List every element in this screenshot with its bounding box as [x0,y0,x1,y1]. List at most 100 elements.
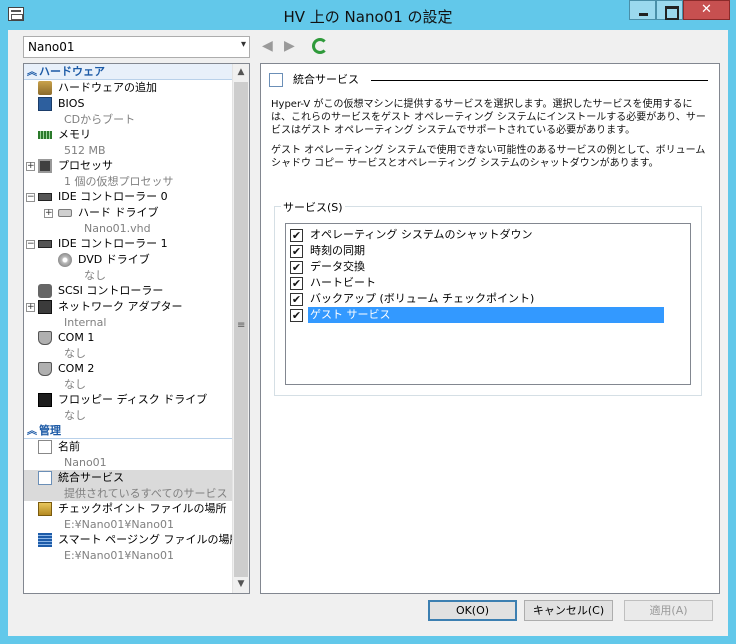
tree-item-floppy-drive[interactable]: フロッピー ディスク ドライブ [24,392,233,408]
tree-item-integration-services[interactable]: 統合サービス [24,470,233,486]
service-label: 時刻の同期 [310,244,365,257]
name-icon [38,440,52,454]
checkbox[interactable]: ✔ [290,229,303,242]
expand-icon[interactable]: + [26,303,35,312]
service-label: オペレーティング システムのシャットダウン [310,228,533,241]
apply-button[interactable]: 適用(A) [624,600,713,621]
tree-scrollbar[interactable]: ▲ ≡ ▼ [232,64,249,593]
smart-paging-icon [38,533,52,547]
tree-item-label: SCSI コントローラー [58,284,164,297]
service-item-guest-services[interactable]: ✔ ゲスト サービス [286,307,690,323]
tree-item-sub: なし [24,346,233,361]
tree-item-sub: 1 個の仮想プロセッサ [24,174,233,189]
checkbox[interactable]: ✔ [290,277,303,290]
tree-item-hard-drive[interactable]: + ハード ドライブ [24,205,233,221]
tree-item-label: メモリ [58,128,91,141]
scroll-down-icon[interactable]: ▼ [233,576,249,593]
tree-item-checkpoint-location[interactable]: チェックポイント ファイルの場所 [24,501,233,517]
panel-description: Hyper-V がこの仮想マシンに提供するサービスを選択します。選択したサービス… [271,99,706,136]
ok-button[interactable]: OK(O) [428,600,517,621]
tree-item-label: チェックポイント ファイルの場所 [58,502,227,515]
scsi-controller-icon [38,284,52,298]
tree-item-sub-label: Internal [64,316,107,329]
tree-item-label: ハード ドライブ [78,206,159,219]
service-item-time-sync[interactable]: ✔ 時刻の同期 [286,243,690,259]
cancel-button[interactable]: キャンセル(C) [524,600,613,621]
tree-item-sub-label: Nano01 [64,456,107,469]
checkpoint-folder-icon [38,502,52,516]
heading-divider [371,80,708,81]
service-label: バックアップ (ボリューム チェックポイント) [310,292,535,305]
checkbox[interactable]: ✔ [290,261,303,274]
tree-item-com1[interactable]: COM 1 [24,330,233,346]
settings-tree-content: ︽ ハードウェア ハードウェアの追加 BIOS CDからブート メモリ 512 M… [24,64,240,563]
tree-item-name[interactable]: 名前 [24,439,233,455]
scroll-up-icon[interactable]: ▲ [233,64,249,81]
tree-item-ide-controller-0[interactable]: − IDE コントローラー 0 [24,189,233,205]
tree-item-network-adapter[interactable]: + ネットワーク アダプター [24,299,233,315]
expand-icon[interactable]: + [26,162,35,171]
services-group: サービス(S) ✔ オペレーティング システムのシャットダウン ✔ 時刻の同期 ✔ デ… [274,199,702,396]
management-section-label: 管理 [39,424,61,437]
collapse-node-icon[interactable]: − [26,193,35,202]
com-port-icon [38,362,52,376]
vm-selector-dropdown[interactable]: Nano01 ▾ [23,36,250,58]
tree-item-sub: E:¥Nano01¥Nano01 [24,548,233,563]
service-item-data-exchange[interactable]: ✔ データ交換 [286,259,690,275]
title-bar[interactable]: HV 上の Nano01 の設定 ✕ [0,0,736,30]
tree-item-sub: Nano01.vhd [24,221,233,236]
collapse-icon: ︽ [27,426,37,437]
hardware-section-header[interactable]: ︽ ハードウェア [24,64,233,80]
settings-window: HV 上の Nano01 の設定 ✕ Nano01 ▾ ︽ ハードウェア ハードウ… [0,0,736,644]
tree-item-scsi-controller[interactable]: SCSI コントローラー [24,283,233,299]
service-item-heartbeat[interactable]: ✔ ハートビート [286,275,690,291]
tree-item-processor[interactable]: + プロセッサ [24,158,233,174]
settings-tree[interactable]: ︽ ハードウェア ハードウェアの追加 BIOS CDからブート メモリ 512 M… [23,63,250,594]
minimize-button[interactable] [629,0,656,20]
tree-item-sub: Nano01 [24,455,233,470]
tree-item-label: BIOS [58,97,85,110]
service-label: ゲスト サービス [308,307,664,323]
service-label: ハートビート [310,276,376,289]
refresh-icon[interactable] [312,38,328,54]
tree-item-bios[interactable]: BIOS [24,96,233,112]
tree-item-sub-label: E:¥Nano01¥Nano01 [64,518,174,531]
tree-item-com2[interactable]: COM 2 [24,361,233,377]
tree-item-ide-controller-1[interactable]: − IDE コントローラー 1 [24,236,233,252]
tree-item-sub: CDからブート [24,112,233,127]
service-item-backup[interactable]: ✔ バックアップ (ボリューム チェックポイント) [286,291,690,307]
back-arrow-icon[interactable]: ◀ [262,38,273,54]
expand-icon[interactable]: + [44,209,53,218]
management-section-header[interactable]: ︽ 管理 [24,423,233,439]
memory-icon [38,131,52,139]
network-adapter-icon [38,300,52,314]
collapse-node-icon[interactable]: − [26,240,35,249]
tree-item-smart-paging-location[interactable]: スマート ページング ファイルの場所 [24,532,240,548]
checkbox[interactable]: ✔ [290,245,303,258]
checkbox[interactable]: ✔ [290,293,303,306]
maximize-button[interactable] [656,0,683,20]
forward-arrow-icon[interactable]: ▶ [284,38,295,54]
service-item-shutdown[interactable]: ✔ オペレーティング システムのシャットダウン [286,227,690,243]
tree-item-dvd-drive[interactable]: DVD ドライブ [24,252,233,268]
checkbox[interactable]: ✔ [290,309,303,322]
panel-description-examples: ゲスト オペレーティング システムで使用できない可能性のあるサービスの例として、… [271,145,706,169]
services-group-label: サービス(S) [281,199,345,215]
integration-services-icon [269,73,283,87]
tree-item-sub-label: 1 個の仮想プロセッサ [64,175,174,188]
tree-item-label: IDE コントローラー 1 [58,237,168,250]
services-list[interactable]: ✔ オペレーティング システムのシャットダウン ✔ 時刻の同期 ✔ データ交換 ✔ ハー… [285,223,691,385]
window-title: HV 上の Nano01 の設定 [283,8,453,26]
tree-item-add-hardware[interactable]: ハードウェアの追加 [24,80,233,96]
floppy-disk-icon [38,393,52,407]
tree-item-memory[interactable]: メモリ [24,127,233,143]
service-label: データ交換 [310,260,365,273]
tree-item-sub-label: CDからブート [64,113,136,126]
ide-controller-icon [38,193,52,201]
tree-item-sub: 提供されているすべてのサービス [24,486,233,501]
dialog-client-area: Nano01 ▾ ︽ ハードウェア ハードウェアの追加 BIOS CDからブート … [8,30,728,636]
close-button[interactable]: ✕ [683,0,730,20]
tree-item-sub-label: 512 MB [64,144,106,157]
ide-controller-icon [38,240,52,248]
vm-selector-value: Nano01 [28,40,75,54]
